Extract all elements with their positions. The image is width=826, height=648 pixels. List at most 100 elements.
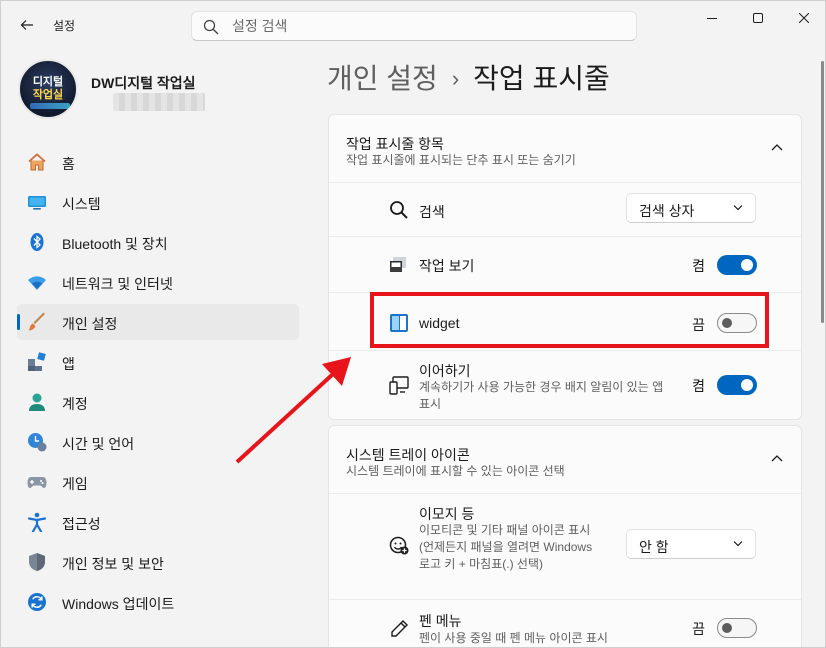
breadcrumb-parent[interactable]: 개인 설정 <box>327 63 438 94</box>
pen-icon <box>391 620 408 637</box>
highlight-box <box>370 292 769 348</box>
task-view-row: 작업 보기 켬 <box>329 237 801 293</box>
sidebar-item-accounts[interactable]: 계정 <box>17 384 299 420</box>
breadcrumb-separator: › <box>451 66 460 91</box>
app-title: 설정 <box>53 19 76 33</box>
sidebar-item-label: Windows 업데이트 <box>62 596 175 612</box>
page-title: 작업 표시줄 <box>473 63 610 94</box>
sidebar-item-label: 시간 및 언어 <box>62 436 135 452</box>
apps-icon <box>28 352 46 371</box>
search-icon <box>203 19 219 35</box>
row-label: 이어하기 <box>419 363 471 379</box>
continue-toggle[interactable] <box>717 375 757 395</box>
clock-globe-icon <box>28 433 47 452</box>
brush-icon <box>28 312 45 331</box>
sidebar-item-bluetooth[interactable]: Bluetooth 및 장치 <box>17 224 299 260</box>
search-icon <box>390 201 408 219</box>
back-button[interactable] <box>13 11 41 39</box>
home-icon <box>28 153 46 171</box>
scrollbar[interactable] <box>821 61 824 323</box>
task-view-toggle[interactable] <box>717 255 757 275</box>
sidebar-item-label: 앱 <box>62 356 75 372</box>
back-arrow-icon <box>20 20 33 30</box>
sidebar-item-privacy[interactable]: 개인 정보 및 보안 <box>17 544 299 580</box>
taskbar-items-header[interactable]: 작업 표시줄 항목 작업 표시줄에 표시되는 단추 표시 또는 숨기기 <box>329 115 801 183</box>
maximize-button[interactable] <box>735 1 781 35</box>
search-input[interactable] <box>232 17 612 35</box>
chevron-down-icon <box>733 205 743 211</box>
sidebar-item-time-language[interactable]: 시간 및 언어 <box>17 424 299 460</box>
title-bar: 설정 <box>1 1 825 49</box>
system-tray-card: 시스템 트레이 아이콘 시스템 트레이에 표시할 수 있는 아이콘 선택 이모지… <box>328 425 802 647</box>
toggle-state-text: 켬 <box>692 258 705 274</box>
account-icon <box>29 393 45 411</box>
emoji-row: 이모지 등 이모티콘 및 기타 패널 아이콘 표시(언제든지 패널을 열려면 W… <box>329 494 801 600</box>
phone-monitor-icon <box>389 376 409 395</box>
sidebar-item-label: 접근성 <box>62 516 101 532</box>
accessibility-icon <box>27 512 47 532</box>
row-label: 이모지 등 <box>419 506 475 522</box>
row-description: 계속하기가 사용 가능한 경우 배지 알림이 있는 앱 표시 <box>419 380 664 411</box>
chevron-up-icon[interactable] <box>771 454 783 462</box>
search-mode-dropdown[interactable]: 검색 상자 <box>626 193 756 223</box>
bluetooth-icon <box>30 233 44 251</box>
minimize-button[interactable] <box>689 1 735 35</box>
maximize-icon <box>753 13 763 23</box>
settings-window: 설정 디지털 작업실 DW디지털 작업실 <box>0 0 826 648</box>
profile-name: DW디지털 작업실 <box>91 75 196 91</box>
sidebar-item-label: 홈 <box>62 156 75 172</box>
emoji-icon <box>389 536 409 555</box>
row-label: 펜 메뉴 <box>419 613 462 629</box>
minimize-icon <box>707 18 717 19</box>
row-description: 펜이 사용 중일 때 펜 메뉴 아이콘 표시 <box>419 631 608 645</box>
section-subtitle: 시스템 트레이에 표시할 수 있는 아이콘 선택 <box>346 464 565 478</box>
gamepad-icon <box>27 477 47 488</box>
sidebar-item-label: 개인 설정 <box>62 316 118 332</box>
system-tray-header[interactable]: 시스템 트레이 아이콘 시스템 트레이에 표시할 수 있는 아이콘 선택 <box>329 426 801 494</box>
shield-icon <box>29 553 45 571</box>
chevron-up-icon[interactable] <box>771 143 783 151</box>
chevron-down-icon <box>733 541 743 547</box>
pen-menu-toggle[interactable] <box>717 618 757 638</box>
toggle-state-text: 끔 <box>692 621 705 637</box>
pen-menu-row: 펜 메뉴 펜이 사용 중일 때 펜 메뉴 아이콘 표시 끔 <box>329 600 801 647</box>
emoji-dropdown[interactable]: 안 함 <box>626 529 756 559</box>
profile-email-redacted <box>113 93 205 111</box>
avatar[interactable]: 디지털 작업실 <box>18 59 78 119</box>
dropdown-value: 안 함 <box>639 539 669 555</box>
sidebar-item-accessibility[interactable]: 접근성 <box>17 504 299 540</box>
task-view-icon <box>390 257 406 272</box>
taskbar-items-card: 작업 표시줄 항목 작업 표시줄에 표시되는 단추 표시 또는 숨기기 검색 검… <box>328 114 802 420</box>
sidebar-item-personalization[interactable]: 개인 설정 <box>17 304 299 340</box>
row-description: 이모티콘 및 기타 패널 아이콘 표시(언제든지 패널을 열려면 Windows… <box>419 523 593 571</box>
sidebar-item-label: 네트워크 및 인터넷 <box>62 276 173 292</box>
sidebar-item-label: Bluetooth 및 장치 <box>62 236 168 252</box>
avatar-logo-text-2: 작업실 <box>32 89 64 101</box>
sidebar-item-label: 계정 <box>62 396 88 412</box>
search-row: 검색 검색 상자 <box>329 183 801 237</box>
close-button[interactable] <box>781 1 825 35</box>
sidebar-nav: 홈 시스템 Bluetooth 및 장치 네트워크 및 인터넷 개인 설정 앱 … <box>17 144 299 624</box>
wifi-icon <box>28 276 46 290</box>
sidebar-item-network[interactable]: 네트워크 및 인터넷 <box>17 264 299 300</box>
section-subtitle: 작업 표시줄에 표시되는 단추 표시 또는 숨기기 <box>346 153 576 167</box>
search-box[interactable] <box>191 11 637 41</box>
sidebar-item-home[interactable]: 홈 <box>17 144 299 180</box>
toggle-state-text: 켬 <box>692 378 705 394</box>
sidebar-item-windows-update[interactable]: Windows 업데이트 <box>17 584 299 620</box>
dropdown-value: 검색 상자 <box>639 203 695 219</box>
sidebar-item-label: 개인 정보 및 보안 <box>62 556 164 572</box>
update-icon <box>28 593 46 611</box>
sidebar-item-gaming[interactable]: 게임 <box>17 464 299 500</box>
breadcrumb: 개인 설정 › 작업 표시줄 <box>327 57 610 97</box>
avatar-logo-bar <box>30 103 70 109</box>
sidebar-item-label: 게임 <box>62 476 88 492</box>
system-icon <box>28 196 46 210</box>
close-icon <box>799 13 809 23</box>
row-label: 작업 보기 <box>419 258 475 274</box>
sidebar-item-label: 시스템 <box>62 196 101 212</box>
row-label: 검색 <box>419 204 445 220</box>
continue-row: 이어하기 계속하기가 사용 가능한 경우 배지 알림이 있는 앱 표시 켬 <box>329 351 801 419</box>
sidebar-item-apps[interactable]: 앱 <box>17 344 299 380</box>
sidebar-item-system[interactable]: 시스템 <box>17 184 299 220</box>
